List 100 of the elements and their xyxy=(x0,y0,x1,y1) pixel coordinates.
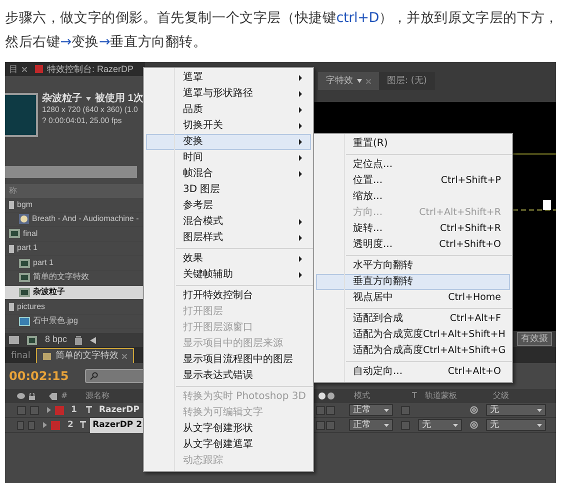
folder-icon xyxy=(9,336,19,344)
parent-dropdown[interactable]: 无 xyxy=(486,419,546,431)
layer-number: 1 xyxy=(70,404,78,416)
column-header: 源名称 xyxy=(86,390,110,402)
menu-item[interactable]: 参考层 xyxy=(146,198,311,214)
menu-item[interactable]: 效果 xyxy=(146,251,311,267)
shortcut-label: Ctrl+Alt+F xyxy=(450,312,501,326)
folder-icon xyxy=(9,302,14,311)
menu-item[interactable]: 帧混合 xyxy=(146,166,311,182)
composition-icon xyxy=(19,288,30,297)
menu-item[interactable]: 3D 图层 xyxy=(146,182,311,198)
timeline-tab[interactable]: 简单的文字特效 xyxy=(36,348,134,363)
shortcut-label: Ctrl+Shift+P xyxy=(440,174,501,188)
menu-item[interactable]: 品质 xyxy=(146,102,311,118)
viewer-tab[interactable]: 字特效 xyxy=(318,72,379,90)
search-icon xyxy=(90,372,98,380)
menu-item[interactable]: 从文字创建形状 xyxy=(146,421,311,437)
menu-item[interactable]: 定位点... xyxy=(316,157,510,173)
toggle-box[interactable] xyxy=(401,420,410,430)
toggle-box[interactable] xyxy=(17,406,26,414)
menu-item[interactable]: 变换 xyxy=(146,134,311,150)
composition-icon xyxy=(19,258,30,268)
toggle-box[interactable] xyxy=(326,406,335,414)
menu-item[interactable]: 遮罩与形状路径 xyxy=(146,86,311,102)
menu-item[interactable]: 重置(R) xyxy=(316,136,510,152)
menu-item[interactable]: 缩放... xyxy=(316,189,510,205)
shortcut-label: Ctrl+Alt+O xyxy=(448,365,501,379)
menu-item[interactable]: 垂直方向翻转 xyxy=(316,274,510,290)
timeline-tab[interactable]: final xyxy=(5,349,36,363)
tag-icon xyxy=(49,392,57,400)
panel-tab[interactable]: 目 xyxy=(5,62,31,76)
layer-number: 2 xyxy=(66,418,74,432)
usage-count: 被使用 1次 xyxy=(95,93,144,104)
project-item[interactable]: 杂波粒子 xyxy=(5,286,145,300)
camera-dropdown[interactable]: 有效摄 xyxy=(517,332,552,346)
menu-item[interactable]: 位置... Ctrl+Shift+P xyxy=(316,173,510,189)
menu-item[interactable]: 适配到合成 Ctrl+Alt+F xyxy=(316,311,510,327)
bit-depth[interactable]: 8 bpc xyxy=(45,333,68,347)
menu-item[interactable]: 适配为合成高度Ctrl+Alt+Shift+G xyxy=(316,343,510,359)
mode-dropdown[interactable]: 正常 xyxy=(349,404,393,416)
caret-icon xyxy=(357,79,362,83)
toggle-box[interactable] xyxy=(326,420,335,430)
article-paragraph: 步骤六，做文字的倒影。首先复制一个文字层（快捷键ctrl+D），并放到原文字层的下方，然后右键→变换→垂直方向翻转。 xyxy=(4,9,560,52)
menu-item[interactable]: 从文字创建遮罩 xyxy=(146,437,311,453)
column-header: # xyxy=(61,390,68,402)
layer-name[interactable]: RazerDP 2 xyxy=(90,418,145,432)
toggle-box[interactable] xyxy=(316,420,325,430)
caret-icon xyxy=(384,424,389,426)
menu-item[interactable]: 显示项目流程图中的图层 xyxy=(146,352,311,368)
menu-item[interactable]: 水平方向翻转 xyxy=(316,258,510,274)
toggle-box[interactable] xyxy=(17,420,24,430)
panel-tab[interactable]: 特效控制台: RazerDP xyxy=(31,62,138,76)
menu-item[interactable]: 显示表达式错误 xyxy=(146,368,311,384)
caret-icon xyxy=(537,424,542,426)
scroll-left-icon xyxy=(90,336,96,344)
image-file-icon xyxy=(19,317,30,326)
caret-icon xyxy=(453,424,458,426)
menu-item[interactable]: 视点居中 Ctrl+Home xyxy=(316,290,510,306)
track-matte-dropdown[interactable]: 无 xyxy=(418,419,462,431)
menu-item[interactable]: 自动定向... Ctrl+Alt+O xyxy=(316,364,510,380)
caret-icon xyxy=(537,408,542,412)
label-square-icon xyxy=(55,406,64,414)
shortcut-label: Ctrl+Home xyxy=(448,291,501,305)
menu-item[interactable]: 切换开关 xyxy=(146,118,311,134)
menu-item[interactable]: 遮罩 xyxy=(146,70,311,86)
toggle-box[interactable] xyxy=(401,406,410,414)
column-header: 模式 xyxy=(354,390,371,402)
menu-item[interactable]: 混合模式 xyxy=(146,214,311,230)
shortcut-label: Ctrl+Shift+O xyxy=(439,238,501,252)
label-square-icon xyxy=(51,420,60,430)
parent-dropdown[interactable]: 无 xyxy=(486,404,546,416)
shortcut-label: Ctrl+Alt+Shift+H xyxy=(423,328,506,342)
menu-item[interactable]: 关键帧辅助 xyxy=(146,267,311,283)
expand-triangle-icon xyxy=(47,407,51,413)
menu-item[interactable]: 透明度... Ctrl+Shift+O xyxy=(316,237,510,253)
toggle-box[interactable] xyxy=(316,406,325,414)
viewer-tab[interactable]: 图层: (无) xyxy=(379,72,435,90)
menu-item[interactable]: 旋转... Ctrl+Shift+R xyxy=(316,221,510,237)
toggle-box[interactable] xyxy=(30,406,39,414)
menu-item[interactable]: 时间 xyxy=(146,150,311,166)
eye-icon xyxy=(17,393,25,399)
close-icon xyxy=(122,354,128,358)
composition-icon xyxy=(9,229,20,238)
folder-icon xyxy=(9,200,14,209)
column-header: 称 xyxy=(5,184,145,198)
menu-item[interactable]: 图层样式 xyxy=(146,230,311,246)
label-square-icon xyxy=(35,65,43,73)
mode-dropdown[interactable]: 正常 xyxy=(349,419,393,431)
search-field[interactable] xyxy=(5,166,137,178)
thumbnail-placeholder xyxy=(5,93,38,137)
layer-name[interactable]: RazerDP xyxy=(96,402,142,418)
shortcut-label: Ctrl+Alt+Shift+R xyxy=(419,206,501,220)
column-header: 轨道蒙板 xyxy=(424,390,458,402)
lock-icon xyxy=(29,392,35,400)
toggle-box[interactable] xyxy=(28,420,36,430)
caret-icon xyxy=(86,96,91,100)
timecode: 00:02:15 xyxy=(9,368,69,385)
menu-item[interactable]: 打开特效控制台 xyxy=(146,288,311,304)
menu-item[interactable]: 适配为合成宽度Ctrl+Alt+Shift+H xyxy=(316,327,510,343)
column-header: 父级 xyxy=(492,390,509,402)
